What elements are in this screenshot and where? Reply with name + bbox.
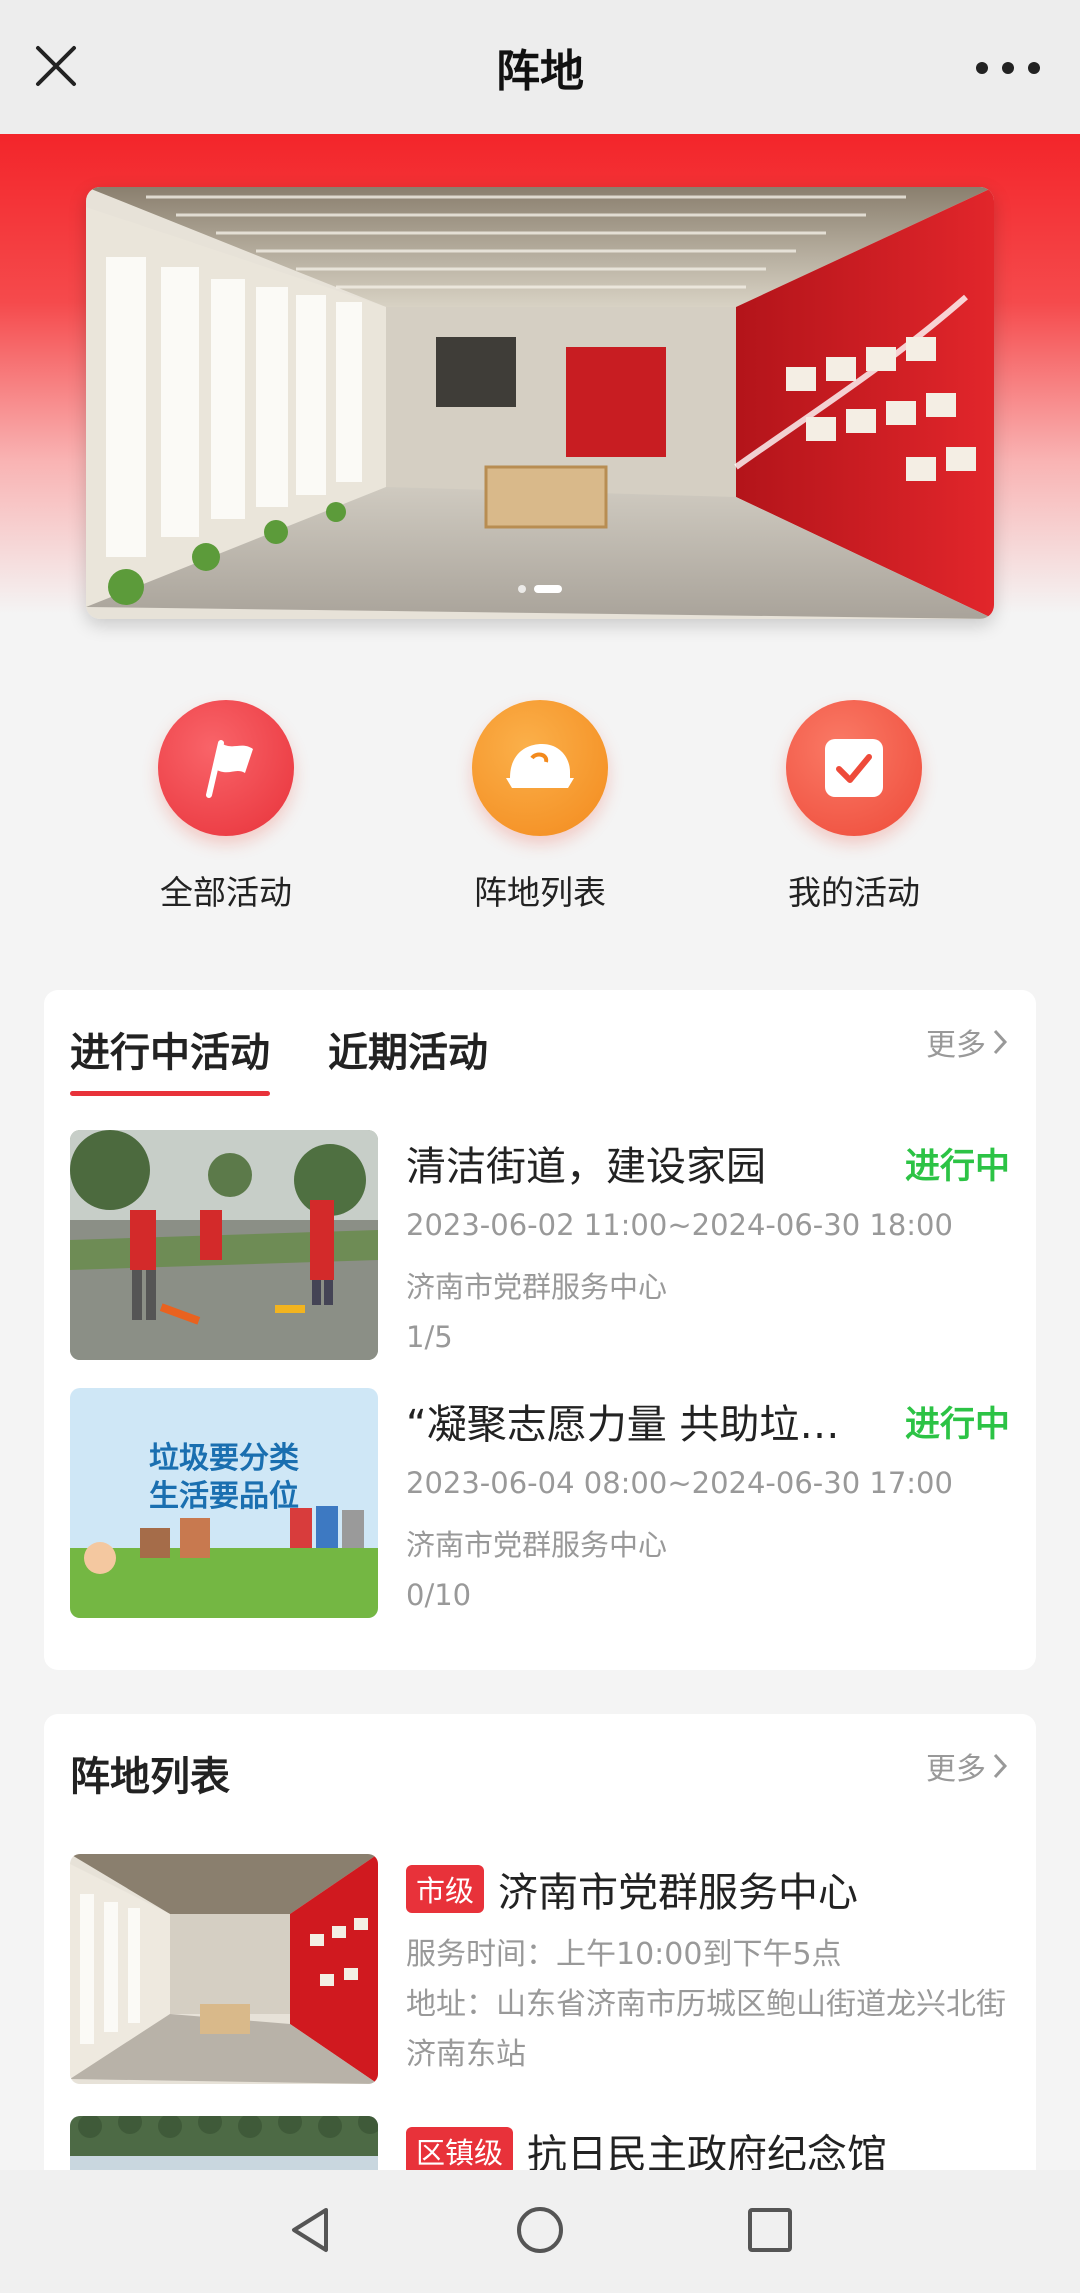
positions-more-link[interactable]: 更多 — [926, 1744, 1008, 1788]
carousel-dots — [86, 585, 994, 593]
activity-item[interactable]: 清洁街道，建设家园 进行中 2023-06-02 11:00~2024-06-3… — [70, 1130, 1010, 1360]
activity-count: 1/5 — [406, 1320, 453, 1354]
position-item[interactable]: 市级 济南市党群服务中心 服务时间：上午10:00到下午5点 地址：山东省济南市… — [70, 1854, 1010, 2084]
quick-entry-label: 我的活动 — [788, 873, 920, 912]
back-triangle-icon[interactable] — [282, 2202, 338, 2258]
quick-entry-label: 全部活动 — [160, 873, 292, 912]
more-label: 更多 — [926, 1752, 986, 1787]
position-name: 济南市党群服务中心 — [498, 1870, 859, 1916]
activity-time: 2023-06-02 11:00~2024-06-30 18:00 — [406, 1208, 953, 1242]
more-label: 更多 — [926, 1028, 986, 1063]
status-badge: 进行中 — [904, 1147, 1010, 1187]
carousel-dot-active[interactable] — [534, 585, 562, 593]
checkbox-icon — [786, 700, 922, 836]
close-icon[interactable] — [30, 40, 82, 92]
flag-icon — [158, 700, 294, 836]
level-badge: 市级 — [406, 1865, 485, 1913]
activity-place: 济南市党群服务中心 — [406, 1528, 668, 1562]
status-badge: 进行中 — [904, 1405, 1010, 1445]
activity-tabs: 进行中活动 近期活动 — [70, 1020, 488, 1096]
activity-title: 清洁街道，建设家园 — [406, 1144, 766, 1190]
activity-place: 济南市党群服务中心 — [406, 1270, 668, 1304]
carousel-dot[interactable] — [518, 585, 526, 593]
activity-count: 0/10 — [406, 1578, 472, 1612]
cap-icon — [472, 700, 608, 836]
poster-line-1: 垃圾要分类 — [149, 1441, 299, 1476]
tab-recent-activities[interactable]: 近期活动 — [328, 1020, 488, 1096]
quick-entry-my-activities[interactable]: 我的活动 — [724, 700, 984, 914]
activities-more-link[interactable]: 更多 — [926, 1020, 1008, 1064]
quick-entry-label: 阵地列表 — [474, 873, 606, 912]
activity-item[interactable]: 垃圾要分类 生活要品位 “凝聚志愿力量 共助垃圾分类” 进行中 2023-06-… — [70, 1388, 1010, 1618]
level-badge: 区镇级 — [406, 2127, 514, 2175]
page-title: 阵地 — [496, 46, 584, 97]
activity-title: “凝聚志愿力量 共助垃圾分类” — [406, 1402, 866, 1448]
activity-thumbnail: 垃圾要分类 生活要品位 — [70, 1388, 378, 1618]
position-header: 市级 济南市党群服务中心 — [406, 1860, 858, 1918]
activity-time: 2023-06-04 08:00~2024-06-30 17:00 — [406, 1466, 953, 1500]
title-bar: 阵地 — [0, 0, 1080, 134]
quick-entry-position-list[interactable]: 阵地列表 — [410, 700, 670, 914]
more-dots-icon[interactable] — [976, 50, 1040, 86]
chevron-right-icon — [993, 1753, 1008, 1779]
recents-square-icon[interactable] — [742, 2202, 798, 2258]
exhibition-hall-image — [86, 187, 994, 619]
tab-ongoing-activities[interactable]: 进行中活动 — [70, 1020, 270, 1096]
banner-carousel[interactable] — [86, 187, 994, 619]
position-thumbnail — [70, 1854, 378, 2084]
section-title: 阵地列表 — [70, 1754, 230, 1800]
chevron-right-icon — [993, 1029, 1008, 1055]
system-nav-bar — [0, 2170, 1080, 2293]
quick-entry-row: 全部活动 阵地列表 我的活动 — [0, 700, 1080, 920]
position-address: 地址：山东省济南市历城区鲍山街道龙兴北街济南东站 — [406, 1987, 1006, 2072]
quick-entry-all-activities[interactable]: 全部活动 — [96, 700, 356, 914]
service-hours: 服务时间：上午10:00到下午5点 — [406, 1937, 842, 1972]
activity-thumbnail — [70, 1130, 378, 1360]
poster-line-2: 生活要品位 — [149, 1479, 299, 1514]
activities-card: 进行中活动 近期活动 更多 清洁街道，建设家园 进行中 2023-06-02 1… — [44, 990, 1036, 1670]
home-circle-icon[interactable] — [512, 2202, 568, 2258]
